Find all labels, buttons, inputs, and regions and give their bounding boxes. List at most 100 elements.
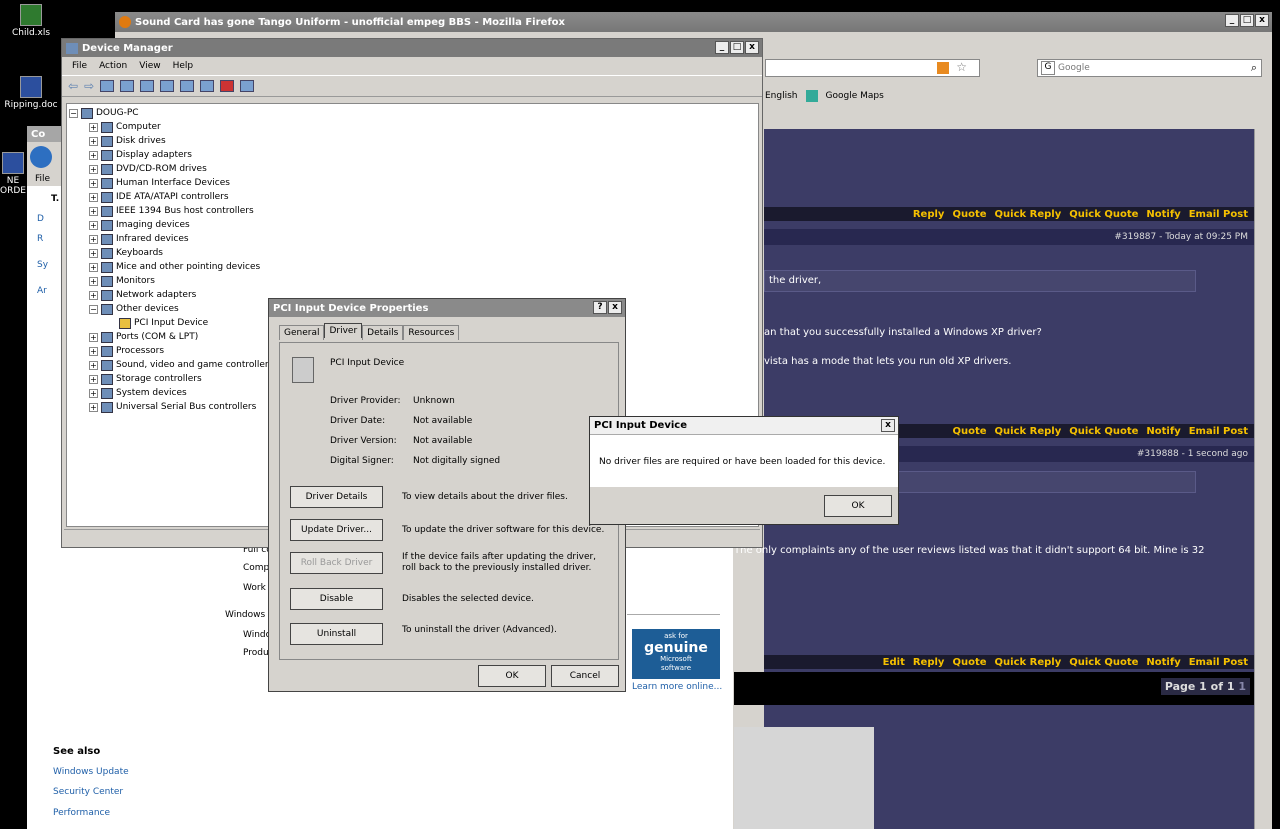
properties-titlebar[interactable]: PCI Input Device Properties ? x bbox=[269, 299, 625, 317]
bookmark-google-maps[interactable]: Google Maps bbox=[826, 91, 884, 101]
disable-button[interactable]: Disable bbox=[290, 588, 383, 610]
email-post-link[interactable]: Email Post bbox=[1189, 426, 1248, 437]
driver-details-button[interactable]: Driver Details bbox=[290, 486, 383, 508]
email-post-link[interactable]: Email Post bbox=[1189, 209, 1248, 220]
expand-icon[interactable]: + bbox=[89, 374, 98, 384]
tab-driver[interactable]: Driver bbox=[324, 323, 363, 338]
ok-button[interactable]: OK bbox=[478, 665, 546, 687]
cp-file-menu[interactable]: File bbox=[27, 172, 65, 186]
cp-side-link[interactable]: Sy bbox=[27, 252, 65, 278]
expand-icon[interactable]: + bbox=[89, 206, 98, 216]
menu-file[interactable]: File bbox=[72, 61, 87, 71]
device-manager-titlebar[interactable]: Device Manager _ □ x bbox=[62, 39, 762, 57]
message-box-titlebar[interactable]: PCI Input Device x bbox=[590, 417, 898, 435]
menu-help[interactable]: Help bbox=[173, 61, 194, 71]
close-button[interactable]: x bbox=[745, 41, 759, 54]
maximize-button[interactable]: □ bbox=[1240, 14, 1254, 27]
roll-back-driver-button[interactable]: Roll Back Driver bbox=[290, 552, 383, 574]
expand-icon[interactable]: + bbox=[89, 150, 98, 160]
collapse-icon[interactable]: − bbox=[69, 108, 78, 118]
expand-icon[interactable]: + bbox=[89, 332, 98, 342]
rss-icon[interactable] bbox=[937, 62, 949, 74]
tree-item[interactable]: + Disk drives bbox=[67, 134, 758, 148]
expand-icon[interactable]: + bbox=[89, 136, 98, 146]
uninstall-icon[interactable] bbox=[220, 80, 235, 92]
expand-icon[interactable]: + bbox=[89, 178, 98, 188]
quote-link[interactable]: Quote bbox=[952, 209, 986, 220]
tree-item[interactable]: + IEEE 1394 Bus host controllers bbox=[67, 204, 758, 218]
tree-root[interactable]: − DOUG-PC bbox=[67, 106, 758, 120]
quick-quote-link[interactable]: Quick Quote bbox=[1069, 209, 1138, 220]
tree-item[interactable]: + Imaging devices bbox=[67, 218, 758, 232]
tree-item[interactable]: + Keyboards bbox=[67, 246, 758, 260]
back-arrow-icon[interactable]: ⇦ bbox=[68, 79, 78, 93]
expand-icon[interactable]: + bbox=[89, 234, 98, 244]
search-input[interactable]: Google bbox=[1058, 63, 1090, 73]
quick-reply-link[interactable]: Quick Reply bbox=[995, 209, 1062, 220]
expand-icon[interactable]: + bbox=[89, 402, 98, 412]
reply-link[interactable]: Reply bbox=[913, 209, 945, 220]
update-driver-button[interactable]: Update Driver... bbox=[290, 519, 383, 541]
tree-item[interactable]: + Human Interface Devices bbox=[67, 176, 758, 190]
view-icon[interactable] bbox=[160, 80, 175, 92]
expand-icon[interactable]: + bbox=[89, 346, 98, 356]
ok-button[interactable]: OK bbox=[824, 495, 892, 517]
expand-icon[interactable]: + bbox=[89, 388, 98, 398]
learn-more-link[interactable]: Learn more online... bbox=[632, 682, 722, 692]
tree-item[interactable]: + Monitors bbox=[67, 274, 758, 288]
tab-details[interactable]: Details bbox=[362, 325, 404, 340]
menu-action[interactable]: Action bbox=[99, 61, 127, 71]
expand-icon[interactable]: + bbox=[89, 220, 98, 230]
desktop-icon-ripping-doc[interactable]: Ripping.doc bbox=[0, 76, 66, 110]
security-center-link[interactable]: Security Center bbox=[53, 787, 123, 797]
reply-link[interactable]: Reply bbox=[913, 657, 945, 668]
quote-link[interactable]: Quote bbox=[952, 426, 986, 437]
expand-icon[interactable]: + bbox=[89, 290, 98, 300]
edit-link[interactable]: Edit bbox=[883, 657, 905, 668]
google-icon[interactable]: G bbox=[1041, 61, 1055, 75]
genuine-microsoft-badge[interactable]: ask for genuine Microsoft software bbox=[632, 629, 720, 679]
collapse-icon[interactable]: − bbox=[89, 304, 98, 314]
notify-link[interactable]: Notify bbox=[1146, 657, 1180, 668]
back-button[interactable] bbox=[27, 142, 65, 172]
expand-icon[interactable]: + bbox=[89, 360, 98, 370]
minimize-button[interactable]: _ bbox=[715, 41, 729, 54]
expand-icon[interactable]: + bbox=[89, 122, 98, 132]
tree-item[interactable]: + DVD/CD-ROM drives bbox=[67, 162, 758, 176]
expand-icon[interactable]: + bbox=[89, 262, 98, 272]
notify-link[interactable]: Notify bbox=[1146, 426, 1180, 437]
expand-icon[interactable]: + bbox=[89, 248, 98, 258]
firefox-titlebar[interactable]: Sound Card has gone Tango Uniform - unof… bbox=[115, 12, 1272, 32]
cp-side-link[interactable]: D bbox=[27, 212, 65, 226]
maximize-button[interactable]: □ bbox=[730, 41, 744, 54]
cp-side-link[interactable]: R bbox=[27, 226, 65, 252]
tree-item[interactable]: + Computer bbox=[67, 120, 758, 134]
close-button[interactable]: x bbox=[881, 419, 895, 432]
desktop-icon-child-xls[interactable]: Child.xls bbox=[0, 4, 66, 38]
close-button[interactable]: x bbox=[1255, 14, 1269, 27]
help-icon[interactable] bbox=[140, 80, 155, 92]
expand-icon[interactable]: + bbox=[89, 276, 98, 286]
tree-item[interactable]: + Display adapters bbox=[67, 148, 758, 162]
star-icon[interactable]: ☆ bbox=[956, 60, 967, 74]
tab-resources[interactable]: Resources bbox=[403, 325, 460, 340]
expand-icon[interactable]: + bbox=[89, 164, 98, 174]
quick-quote-link[interactable]: Quick Quote bbox=[1069, 426, 1138, 437]
cancel-button[interactable]: Cancel bbox=[551, 665, 619, 687]
email-post-link[interactable]: Email Post bbox=[1189, 657, 1248, 668]
scrollbar[interactable] bbox=[1254, 129, 1272, 829]
cp-side-link[interactable]: Ar bbox=[27, 278, 65, 304]
performance-link[interactable]: Performance bbox=[53, 808, 110, 818]
bookmark-english[interactable]: English bbox=[765, 91, 798, 101]
quick-quote-link[interactable]: Quick Quote bbox=[1069, 657, 1138, 668]
close-button[interactable]: x bbox=[608, 301, 622, 314]
cp-back-titlebar[interactable]: Co bbox=[27, 126, 65, 142]
quick-reply-link[interactable]: Quick Reply bbox=[995, 426, 1062, 437]
update-driver-icon[interactable] bbox=[200, 80, 215, 92]
search-icon[interactable]: ⌕ bbox=[1251, 61, 1257, 75]
quick-reply-link[interactable]: Quick Reply bbox=[995, 657, 1062, 668]
scan-hardware-icon[interactable] bbox=[180, 80, 195, 92]
page-link[interactable]: 1 bbox=[1238, 680, 1246, 693]
show-hide-tree-icon[interactable] bbox=[100, 80, 115, 92]
tree-item[interactable]: + IDE ATA/ATAPI controllers bbox=[67, 190, 758, 204]
